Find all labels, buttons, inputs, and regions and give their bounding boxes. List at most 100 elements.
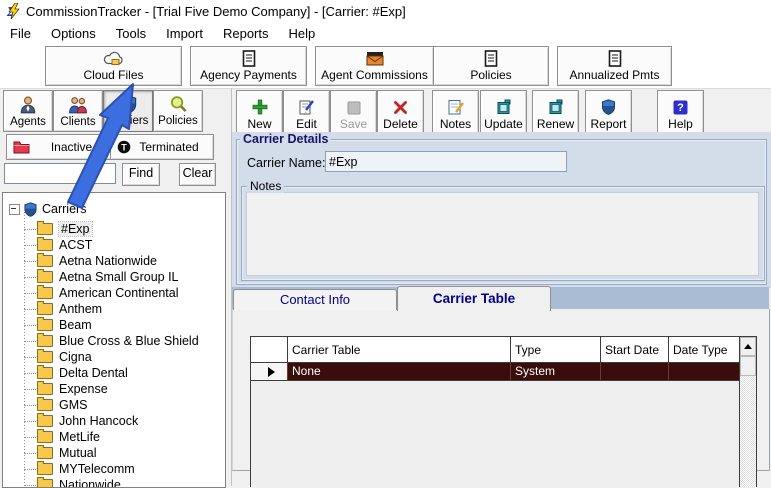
menu-help[interactable]: Help xyxy=(279,26,326,41)
folder-icon xyxy=(37,269,53,283)
notes-title: Notes xyxy=(247,179,285,193)
help-icon: ? xyxy=(673,100,688,115)
menu-tools[interactable]: Tools xyxy=(106,26,156,41)
menu-file[interactable]: File xyxy=(0,26,41,41)
grid-scrollbar[interactable] xyxy=(739,337,756,487)
tree-item[interactable]: Nationwide xyxy=(3,477,225,487)
tree-item[interactable]: Beam xyxy=(3,317,225,333)
report-shield-icon xyxy=(601,99,616,115)
table-row[interactable]: None System xyxy=(251,363,739,381)
document-icon xyxy=(484,50,498,67)
delete-button[interactable]: Delete xyxy=(377,90,424,135)
carrier-details-title: Carrier Details xyxy=(240,132,332,146)
carriers-tree: Carriers #Exp ACST Aetna Nationwide Aetn… xyxy=(2,192,226,488)
edit-doc-icon xyxy=(298,99,315,115)
report-button[interactable]: Report xyxy=(585,90,632,135)
tree-item[interactable]: Aetna Small Group IL xyxy=(3,269,225,285)
annualized-pmts-button[interactable]: Annualized Pmts xyxy=(557,46,672,86)
scroll-thumb[interactable] xyxy=(740,356,756,376)
sidebar-tab-agents[interactable]: Agents xyxy=(3,90,53,132)
find-button[interactable]: Find xyxy=(122,163,160,186)
folder-icon xyxy=(37,429,53,443)
cloud-icon xyxy=(102,50,126,67)
policies-report-button[interactable]: Policies xyxy=(433,46,549,86)
notes-button[interactable]: Notes xyxy=(432,90,479,135)
grid-header-type[interactable]: Type xyxy=(511,337,601,362)
folder-icon xyxy=(37,397,53,411)
update-button[interactable]: Update xyxy=(480,90,527,135)
collapse-minus-icon[interactable] xyxy=(9,203,20,215)
mail-icon xyxy=(365,51,385,67)
grid-header-date-type[interactable]: Date Type xyxy=(669,337,739,362)
menu-import[interactable]: Import xyxy=(156,26,213,41)
inactive-filter-button[interactable]: Inactive xyxy=(6,134,120,160)
tree-item[interactable]: Expense xyxy=(3,381,225,397)
renew-scroll-icon xyxy=(548,99,564,115)
renew-button[interactable]: Renew xyxy=(532,90,579,135)
notes-textarea[interactable] xyxy=(246,192,759,276)
scroll-track[interactable] xyxy=(740,376,756,487)
tree-item[interactable]: Aetna Nationwide xyxy=(3,253,225,269)
tree-item[interactable]: American Continental xyxy=(3,285,225,301)
window-title: CommissionTracker - [Trial Five Demo Com… xyxy=(26,3,406,19)
agent-commissions-button[interactable]: Agent Commissions xyxy=(315,46,434,86)
clients-people-icon xyxy=(68,95,88,115)
document-icon xyxy=(242,50,256,67)
app-logo-icon: Σ xyxy=(6,3,22,19)
folder-icon xyxy=(37,461,53,475)
tab-contact-info[interactable]: Contact Info xyxy=(233,289,397,310)
tree-item[interactable]: Delta Dental xyxy=(3,365,225,381)
cloud-files-button[interactable]: Cloud Files xyxy=(45,46,182,86)
carrier-name-label: Carrier Name: xyxy=(247,156,326,170)
folder-icon xyxy=(37,285,53,299)
tree-item[interactable]: Anthem xyxy=(3,301,225,317)
save-icon xyxy=(347,101,361,115)
help-button[interactable]: ? Help xyxy=(657,90,704,135)
grid-header-start-date[interactable]: Start Date xyxy=(601,337,669,362)
tree-item[interactable]: GMS xyxy=(3,397,225,413)
folder-icon xyxy=(37,237,53,251)
carrier-table-grid: Carrier Table Type Start Date Date Type … xyxy=(250,336,757,487)
tree-item[interactable]: MYTelecomm xyxy=(3,461,225,477)
tab-carrier-table[interactable]: Carrier Table xyxy=(397,286,551,311)
magnifier-icon xyxy=(169,95,188,114)
menu-reports[interactable]: Reports xyxy=(213,26,279,41)
tree-item[interactable]: #Exp xyxy=(3,221,225,237)
clear-button[interactable]: Clear xyxy=(179,163,216,186)
tree-item[interactable]: John Hancock xyxy=(3,413,225,429)
tree-connector-line xyxy=(24,209,25,485)
carrier-shield-icon xyxy=(120,95,137,114)
sidebar-tab-policies[interactable]: Policies xyxy=(153,90,203,132)
carrier-name-input[interactable]: #Exp xyxy=(325,151,567,172)
scroll-up-button[interactable] xyxy=(740,337,756,356)
grid-header-carrier-table[interactable]: Carrier Table xyxy=(288,337,511,362)
folder-icon xyxy=(37,477,53,487)
new-button[interactable]: New xyxy=(236,90,283,135)
update-scroll-icon xyxy=(496,99,512,115)
tree-item[interactable]: ACST xyxy=(3,237,225,253)
save-button: Save xyxy=(330,90,377,135)
tree-root-carriers[interactable]: Carriers xyxy=(3,201,225,217)
folder-icon xyxy=(37,413,53,427)
svg-text:?: ? xyxy=(677,102,684,114)
folder-icon xyxy=(37,445,53,459)
tree-item[interactable]: MetLife xyxy=(3,429,225,445)
document-icon xyxy=(608,50,622,67)
cell-start-date xyxy=(601,363,669,380)
terminated-filter-button[interactable]: T Terminated xyxy=(110,134,214,160)
row-selector-icon xyxy=(267,366,275,377)
tree-item[interactable]: Cigna xyxy=(3,349,225,365)
sidebar-tab-clients[interactable]: Clients xyxy=(53,90,103,132)
carrier-shield-icon xyxy=(24,201,37,217)
search-input[interactable] xyxy=(4,163,116,184)
edit-button[interactable]: Edit xyxy=(283,90,330,135)
sidebar-tab-carriers[interactable]: Carriers xyxy=(103,90,153,132)
folder-icon xyxy=(37,301,53,315)
tree-item[interactable]: Mutual xyxy=(3,445,225,461)
title-bar: Σ CommissionTracker - [Trial Five Demo C… xyxy=(0,0,771,22)
menu-options[interactable]: Options xyxy=(41,26,106,41)
agent-person-icon xyxy=(18,95,38,115)
cell-type: System xyxy=(511,363,601,380)
tree-item[interactable]: Blue Cross & Blue Shield xyxy=(3,333,225,349)
agency-payments-button[interactable]: Agency Payments xyxy=(190,46,307,86)
